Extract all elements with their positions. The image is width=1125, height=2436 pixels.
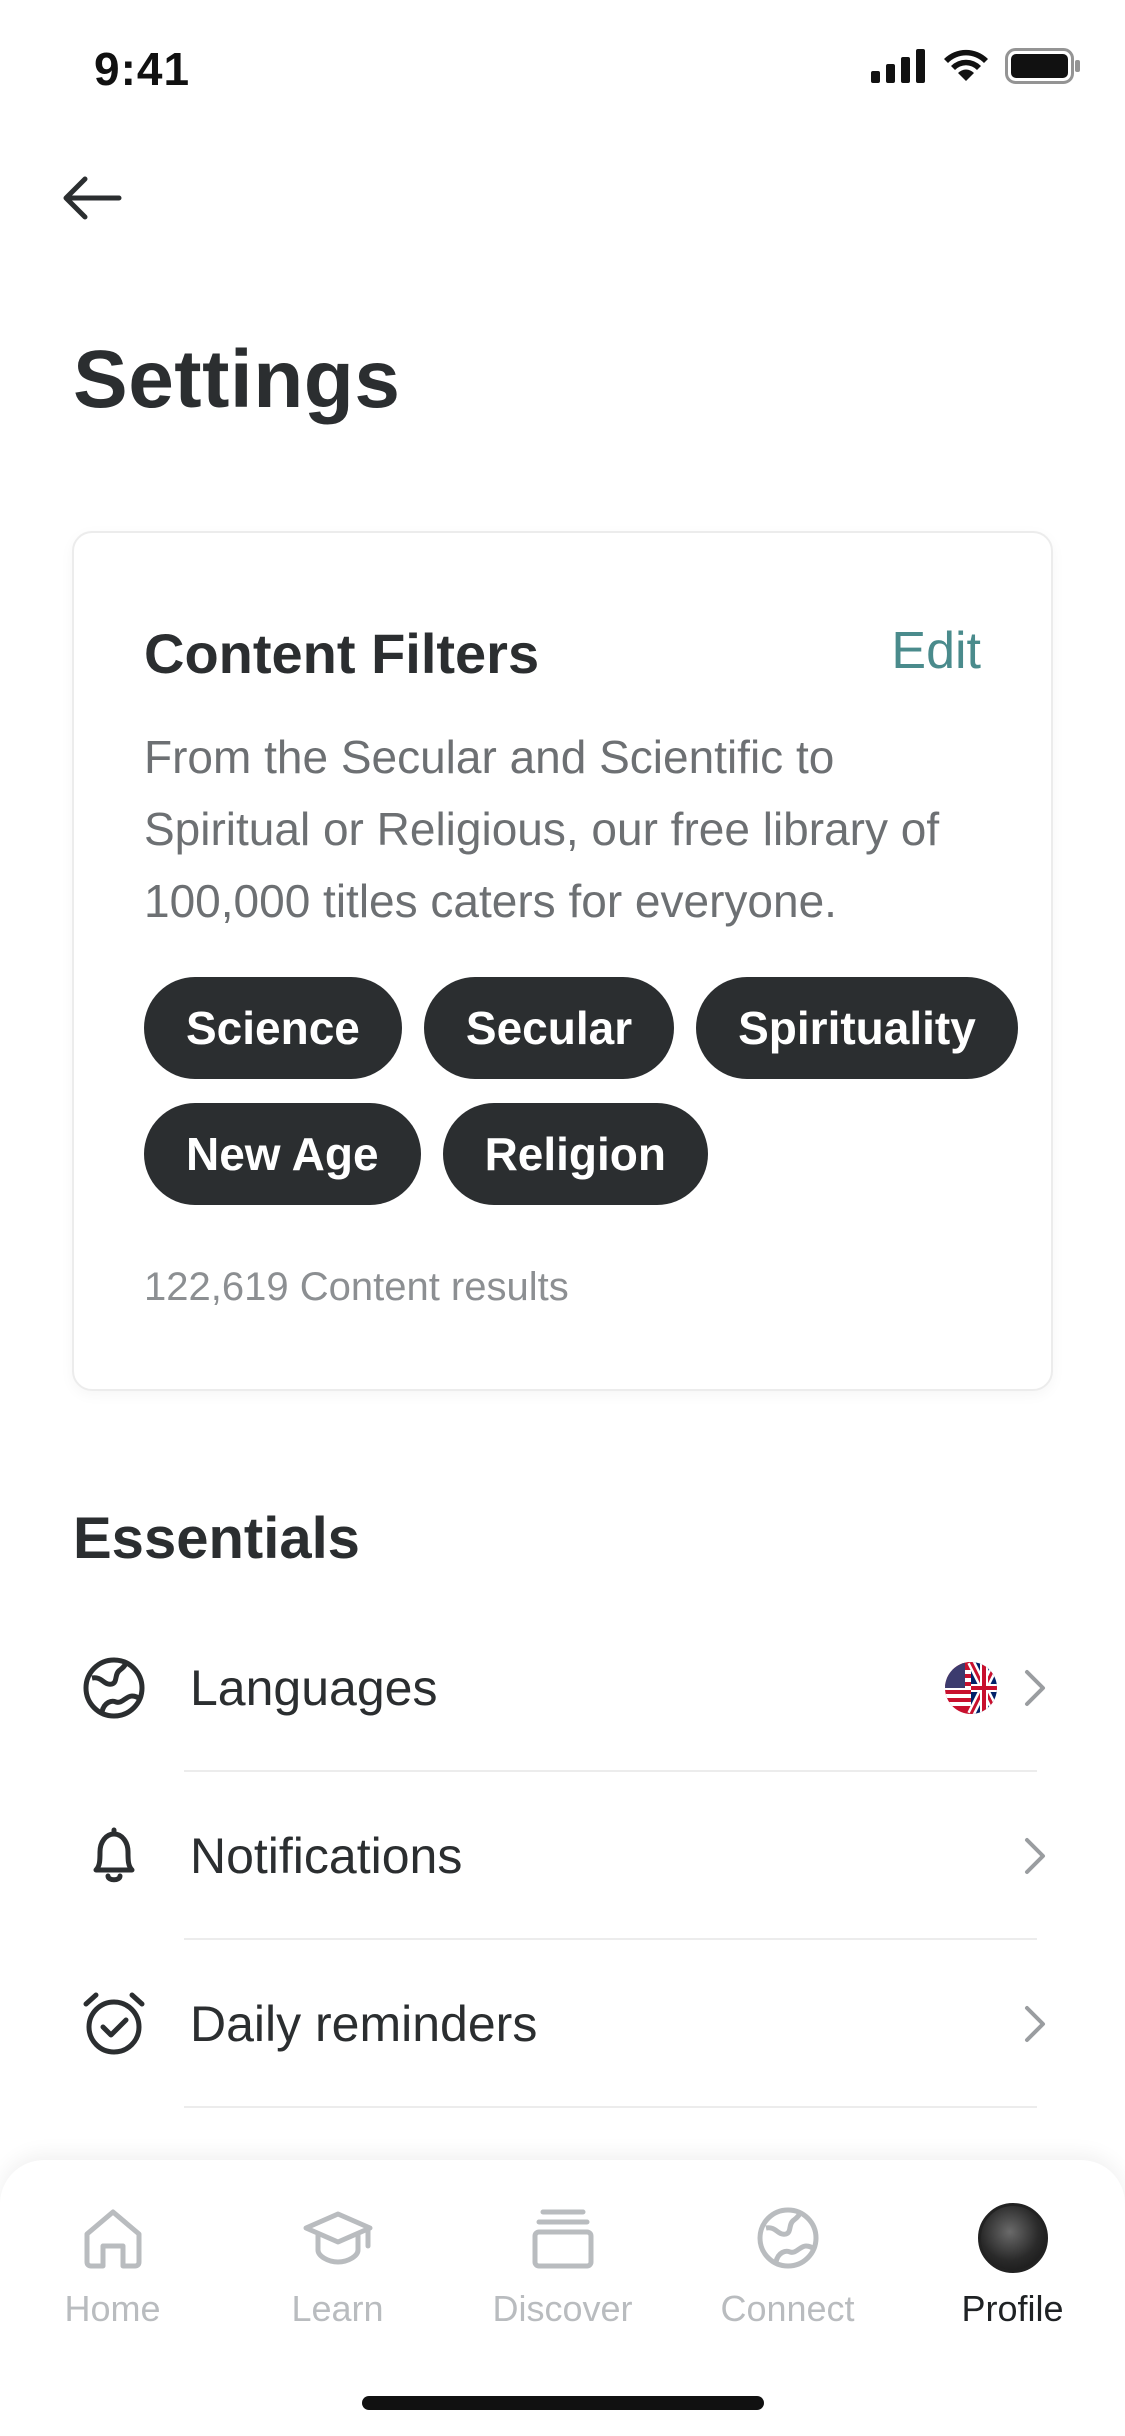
wifi-icon bbox=[944, 49, 988, 81]
globe-icon bbox=[80, 1654, 148, 1722]
tab-label: Home bbox=[64, 2288, 161, 2329]
alarm-clock-icon bbox=[80, 1990, 148, 2058]
home-icon bbox=[75, 2200, 151, 2276]
essentials-title: Essentials bbox=[73, 1506, 360, 1571]
bell-icon bbox=[80, 1822, 148, 1890]
status-icons bbox=[871, 48, 1081, 84]
language-flag-icon bbox=[945, 1662, 997, 1714]
settings-row-label: Notifications bbox=[190, 1828, 463, 1884]
content-results-count: 122,619 Content results bbox=[144, 1265, 569, 1309]
home-indicator bbox=[362, 2396, 764, 2410]
settings-row-languages[interactable]: Languages bbox=[0, 1604, 1125, 1772]
stack-icon bbox=[525, 2200, 601, 2276]
tab-connect[interactable]: Connect bbox=[675, 2200, 900, 2360]
filter-chip-science[interactable]: Science bbox=[144, 977, 402, 1079]
chevron-right-icon bbox=[1025, 1838, 1045, 1874]
tab-learn[interactable]: Learn bbox=[225, 2200, 450, 2360]
avatar bbox=[977, 2203, 1048, 2273]
page-title: Settings bbox=[73, 334, 401, 425]
filter-chip-new-age[interactable]: New Age bbox=[144, 1103, 421, 1205]
tab-profile[interactable]: Profile bbox=[900, 2200, 1125, 2360]
filter-chip-spirituality[interactable]: Spirituality bbox=[696, 977, 1018, 1079]
filter-chip-religion[interactable]: Religion bbox=[442, 1103, 709, 1205]
tab-home[interactable]: Home bbox=[0, 2200, 225, 2360]
edit-filters-button[interactable]: Edit bbox=[891, 621, 981, 681]
content-filters-title: Content Filters bbox=[144, 622, 540, 685]
settings-row-label: Languages bbox=[190, 1660, 438, 1716]
content-filters-description: From the Secular and Scientific to Spiri… bbox=[144, 731, 940, 927]
settings-row-daily-reminders[interactable]: Daily reminders bbox=[0, 1940, 1125, 2108]
settings-row-notifications[interactable]: Notifications bbox=[0, 1772, 1125, 1940]
content-filters-card: Content Filters Edit From the Secular an… bbox=[72, 531, 1053, 1391]
status-time: 9:41 bbox=[94, 43, 191, 95]
battery-icon bbox=[1005, 48, 1080, 84]
settings-row-label: Daily reminders bbox=[190, 1996, 538, 2052]
graduation-cap-icon bbox=[300, 2200, 376, 2276]
tab-label: Learn bbox=[291, 2288, 384, 2329]
tab-label: Discover bbox=[492, 2288, 633, 2329]
arrow-left-icon bbox=[63, 176, 122, 220]
tab-discover[interactable]: Discover bbox=[450, 2200, 675, 2360]
row-divider bbox=[184, 2106, 1037, 2108]
cellular-signal-icon bbox=[871, 49, 925, 83]
tab-label: Connect bbox=[720, 2288, 855, 2329]
tab-label: Profile bbox=[961, 2288, 1064, 2329]
globe-icon bbox=[750, 2200, 826, 2276]
chevron-right-icon bbox=[1025, 1670, 1045, 1706]
tab-bar: Home Learn Discover Connect Profile bbox=[0, 2160, 1125, 2436]
filter-chips: Science Secular Spirituality New Age Rel… bbox=[144, 977, 1024, 1205]
filter-chip-secular[interactable]: Secular bbox=[423, 977, 675, 1079]
chevron-right-icon bbox=[1025, 2006, 1045, 2042]
back-button[interactable] bbox=[56, 168, 128, 228]
status-bar: 9:41 bbox=[0, 0, 1125, 140]
